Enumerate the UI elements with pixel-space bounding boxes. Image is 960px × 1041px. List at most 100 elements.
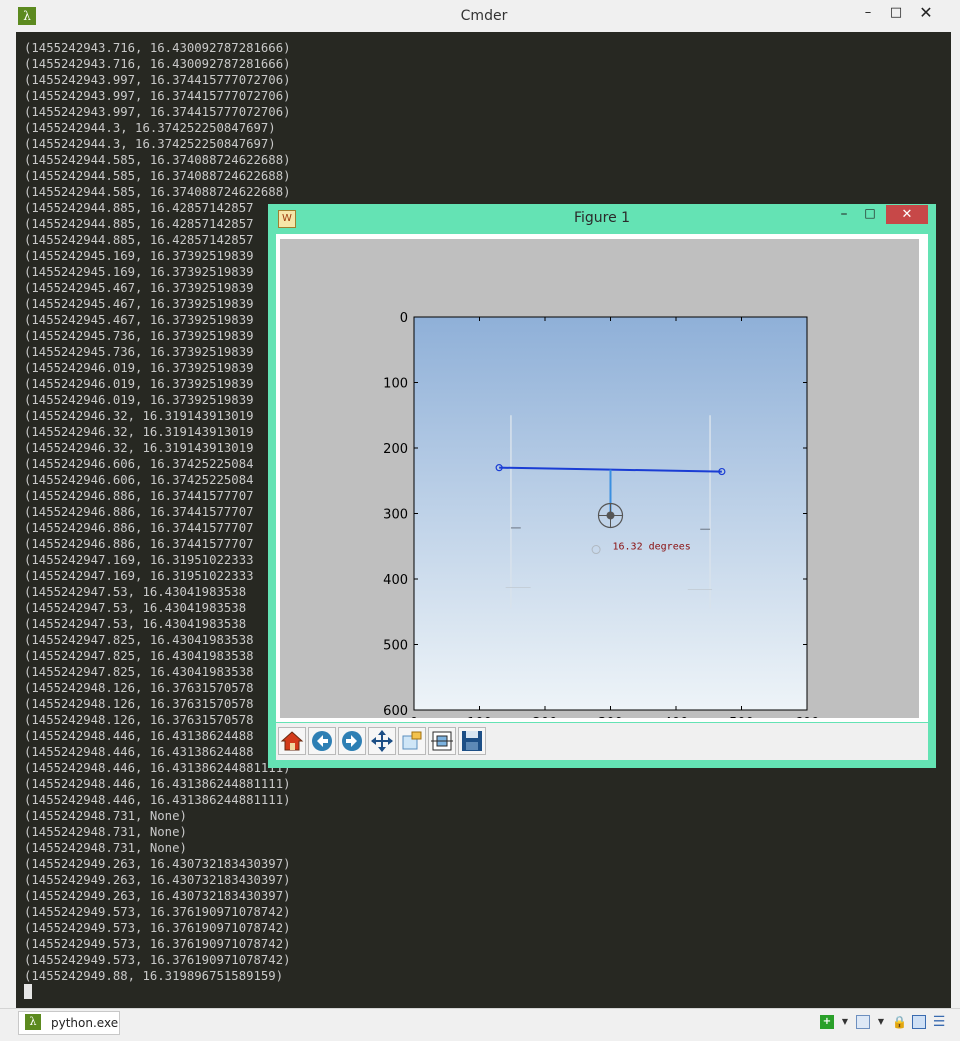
minimize-button[interactable]: – [856,4,880,22]
terminal-line: (1455242945.169, 16.37392519839 [24,249,254,263]
figure-minimize-button[interactable]: – [834,206,854,222]
terminal-line: (1455242948.446, 16.431386244881111) [24,761,291,775]
y-tick-label: 200 [383,442,408,457]
terminal-line: (1455242943.997, 16.374415777072706) [24,89,291,103]
floppy-disk-icon [462,731,482,751]
menu-icon[interactable]: ☰ [932,1015,946,1029]
terminal-line: (1455242949.263, 16.430732183430397) [24,857,291,871]
x-tick-label: 200 [533,716,558,718]
terminal-line: (1455242949.573, 16.376190971078742) [24,953,291,967]
terminal-line: (1455242948.731, None) [24,825,187,839]
x-tick-label: 400 [664,716,689,718]
terminal-line: (1455242948.446, 16.431386244881111) [24,793,291,807]
terminal-line: (1455242948.126, 16.37631570578 [24,681,254,695]
terminal-line: (1455242945.736, 16.37392519839 [24,345,254,359]
terminal-line: (1455242943.997, 16.374415777072706) [24,73,291,87]
save-button[interactable] [458,727,486,755]
terminal-line: (1455242946.32, 16.319143913019 [24,441,254,455]
tab-label: python.exe [51,1016,119,1030]
close-button[interactable]: ✕ [914,4,938,22]
terminal-line: (1455242946.886, 16.37441577707 [24,505,254,519]
zoom-rect-icon [402,731,422,750]
plot-svg: 01002003004005006000100200300400500600 1… [383,311,820,718]
terminal-line: (1455242944.585, 16.374088724622688) [24,169,291,183]
terminal-lines: (1455242943.716, 16.430092787281666) (145… [24,40,291,984]
terminal-line: (1455242949.573, 16.376190971078742) [24,905,291,919]
split-view-icon[interactable] [912,1015,926,1029]
cmder-tab-icon: λ [25,1014,41,1030]
terminal-line: (1455242943.716, 16.430092787281666) [24,41,291,55]
terminal-line: (1455242945.169, 16.37392519839 [24,265,254,279]
scrollbar[interactable] [951,32,960,1008]
terminal-line: (1455242948.446, 16.431386244881111) [24,777,291,791]
figure-maximize-button[interactable]: □ [860,206,880,220]
terminal-line: (1455242946.32, 16.319143913019 [24,425,254,439]
home-icon [280,731,304,751]
home-button[interactable] [278,727,306,755]
terminal-line: (1455242949.573, 16.376190971078742) [24,937,291,951]
y-tick-label: 100 [383,377,408,392]
back-button[interactable] [308,727,336,755]
terminal-line: (1455242946.886, 16.37441577707 [24,537,254,551]
configure-subplots-button[interactable] [428,727,456,755]
chevron-down-icon[interactable]: ▼ [838,1015,852,1029]
terminal-line: (1455242943.716, 16.430092787281666) [24,57,291,71]
maximize-button[interactable]: □ [884,4,908,22]
terminal-line: (1455242945.467, 16.37392519839 [24,297,254,311]
terminal-line: (1455242946.019, 16.37392519839 [24,377,254,391]
x-tick-label: 500 [729,716,754,718]
terminal-line: (1455242946.019, 16.37392519839 [24,361,254,375]
terminal-line: (1455242947.825, 16.43041983538 [24,649,254,663]
figure-window: W Figure 1 – □ ✕ 01002003004005006000100… [268,204,936,768]
terminal-line: (1455242944.885, 16.42857142857 [24,217,254,231]
terminal-line: (1455242944.3, 16.374252250847697) [24,137,276,151]
figure-close-button[interactable]: ✕ [886,205,928,224]
terminal-line: (1455242946.606, 16.37425225084 [24,473,254,487]
terminal-line: (1455242944.585, 16.374088724622688) [24,153,291,167]
terminal-line: (1455242945.467, 16.37392519839 [24,281,254,295]
y-tick-label: 600 [383,704,408,718]
terminal-line: (1455242947.169, 16.31951022333 [24,553,254,567]
new-console-icon[interactable]: + [820,1015,834,1029]
terminal-line: (1455242948.126, 16.37631570578 [24,713,254,727]
subplots-icon [431,731,453,751]
x-tick-label: 300 [598,716,623,718]
angle-label: 16.32 degrees [613,541,691,552]
cmder-titlebar[interactable]: λ Cmder – □ ✕ [0,0,960,32]
terminal-line: (1455242947.169, 16.31951022333 [24,569,254,583]
terminal-line: (1455242946.886, 16.37441577707 [24,489,254,503]
figure-canvas[interactable]: 01002003004005006000100200300400500600 1… [276,234,928,722]
terminal-line: (1455242946.606, 16.37425225084 [24,457,254,471]
terminal-line: (1455242944.885, 16.42857142857 [24,233,254,247]
figure-toolbar [276,723,928,760]
terminal-line: (1455242947.53, 16.43041983538 [24,585,247,599]
tab-python[interactable]: λ python.exe [18,1011,120,1035]
y-tick-label: 300 [383,508,408,523]
terminal-line: (1455242948.731, None) [24,841,187,855]
terminal-line: (1455242943.997, 16.374415777072706) [24,105,291,119]
terminal-line: (1455242948.731, None) [24,809,187,823]
terminal-line: (1455242944.3, 16.374252250847697) [24,121,276,135]
terminal-line: (1455242947.53, 16.43041983538 [24,601,247,615]
terminal-line: (1455242944.585, 16.374088724622688) [24,185,291,199]
terminal-line: (1455242949.88, 16.319896751589159) [24,969,284,983]
y-tick-label: 500 [383,639,408,654]
terminal-line: (1455242946.32, 16.319143913019 [24,409,254,423]
terminal-line: (1455242945.736, 16.37392519839 [24,329,254,343]
x-tick-label: 0 [410,716,418,718]
y-tick-label: 400 [383,573,408,588]
arrow-left-icon [312,731,332,751]
lock-icon[interactable]: 🔒 [892,1015,907,1029]
x-tick-label: 600 [795,716,820,718]
zoom-button[interactable] [398,727,426,755]
panes-icon[interactable] [856,1015,870,1029]
terminal-line: (1455242946.886, 16.37441577707 [24,521,254,535]
forward-button[interactable] [338,727,366,755]
terminal-line: (1455242946.019, 16.37392519839 [24,393,254,407]
terminal-line: (1455242948.446, 16.43138624488 [24,729,254,743]
y-tick-label: 0 [400,311,408,326]
terminal-line: (1455242947.825, 16.43041983538 [24,665,254,679]
pan-button[interactable] [368,727,396,755]
terminal-line: (1455242948.126, 16.37631570578 [24,697,254,711]
chevron-down-icon[interactable]: ▼ [874,1015,888,1029]
